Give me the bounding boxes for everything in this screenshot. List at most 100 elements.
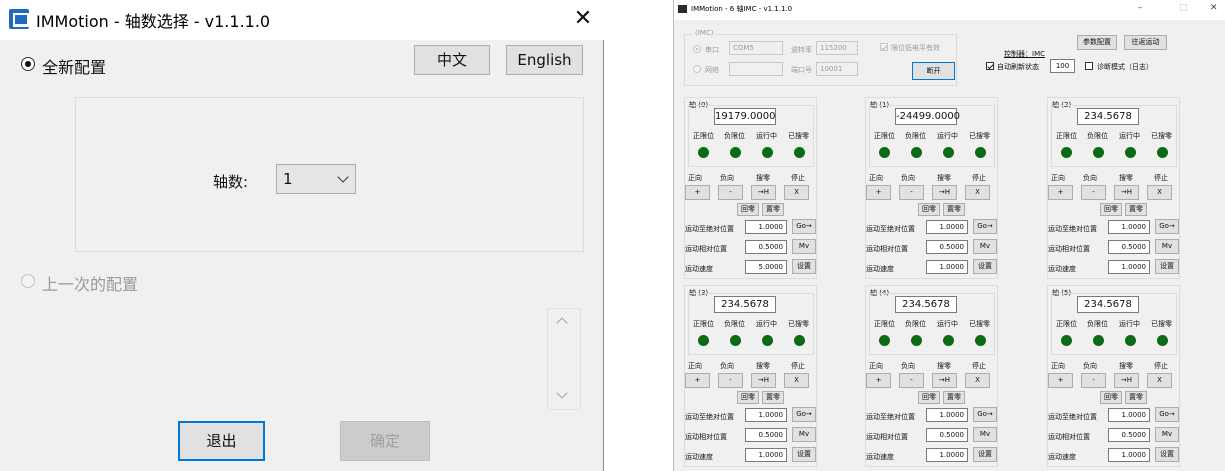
move-rel-input[interactable]: 0.5000 — [926, 428, 968, 442]
jog-backward-button[interactable]: - — [718, 373, 743, 388]
jog-backward-button[interactable]: - — [899, 373, 924, 388]
speed-input[interactable]: 1.0000 — [926, 448, 968, 462]
jog-forward-button[interactable]: + — [1048, 373, 1073, 388]
stop-button[interactable]: X — [784, 373, 809, 388]
set-speed-button[interactable]: 设置 — [973, 447, 997, 462]
jog-forward-button[interactable]: + — [685, 185, 710, 200]
set-zero-button[interactable]: 置零 — [762, 203, 784, 216]
stop-button[interactable]: X — [965, 373, 990, 388]
set-speed-button[interactable]: 设置 — [973, 259, 997, 274]
move-rel-input[interactable]: 0.5000 — [745, 240, 787, 254]
move-rel-button[interactable]: Mv — [973, 239, 997, 254]
param-config-button[interactable]: 参数配置 — [1077, 35, 1117, 50]
baud-select[interactable]: 115200 — [816, 41, 858, 55]
jog-backward-button[interactable]: - — [718, 185, 743, 200]
port-input[interactable]: 10001 — [816, 62, 858, 76]
close-button[interactable]: ✕ — [1210, 3, 1218, 13]
move-rel-button[interactable]: Mv — [792, 239, 816, 254]
close-button[interactable]: ✕ — [569, 6, 597, 34]
go-abs-button[interactable]: Go→ — [792, 407, 816, 422]
set-zero-button[interactable]: 置零 — [762, 391, 784, 404]
set-speed-button[interactable]: 设置 — [1155, 259, 1179, 274]
speed-input[interactable]: 1.0000 — [745, 448, 787, 462]
search-home-button[interactable]: →H — [751, 373, 776, 388]
move-abs-input[interactable]: 1.0000 — [1108, 220, 1150, 234]
move-abs-input[interactable]: 1.0000 — [745, 408, 787, 422]
move-rel-input[interactable]: 0.5000 — [1108, 240, 1150, 254]
jog-forward-button[interactable]: + — [866, 373, 891, 388]
set-speed-button[interactable]: 设置 — [792, 259, 816, 274]
return-zero-button[interactable]: 回零 — [737, 203, 759, 216]
return-zero-button[interactable]: 回零 — [918, 391, 940, 404]
stop-button[interactable]: X — [965, 185, 990, 200]
move-rel-input[interactable]: 0.5000 — [1108, 428, 1150, 442]
stop-button[interactable]: X — [1147, 373, 1172, 388]
previous-config-radio[interactable] — [21, 274, 35, 288]
set-speed-button[interactable]: 设置 — [1155, 447, 1179, 462]
refresh-interval-input[interactable]: 100 — [1050, 59, 1075, 73]
set-zero-button[interactable]: 置零 — [1125, 391, 1147, 404]
go-abs-button[interactable]: Go→ — [1155, 407, 1179, 422]
return-zero-button[interactable]: 回零 — [737, 391, 759, 404]
scroll-up-icon[interactable] — [556, 317, 568, 329]
limit-low-checkbox[interactable] — [880, 43, 888, 51]
new-config-radio[interactable] — [21, 57, 35, 71]
stop-button[interactable]: X — [784, 185, 809, 200]
scroll-down-icon[interactable] — [556, 387, 568, 399]
move-abs-input[interactable]: 1.0000 — [1108, 408, 1150, 422]
jog-backward-button[interactable]: - — [899, 185, 924, 200]
move-abs-input[interactable]: 1.0000 — [926, 220, 968, 234]
search-home-button[interactable]: →H — [1114, 185, 1139, 200]
neg-limit-led — [1093, 147, 1104, 158]
go-abs-button[interactable]: Go→ — [1155, 219, 1179, 234]
chinese-button[interactable]: 中文 — [414, 45, 490, 75]
jog-backward-button[interactable]: - — [1081, 185, 1106, 200]
minimize-button[interactable]: – — [1138, 3, 1143, 13]
serial-port-select[interactable]: COM5 — [729, 41, 783, 55]
confirm-button[interactable]: 确定 — [340, 421, 430, 461]
axis-count-select[interactable]: 1 — [276, 164, 356, 194]
return-zero-button[interactable]: 回零 — [1100, 203, 1122, 216]
diag-mode-checkbox[interactable] — [1085, 62, 1093, 70]
return-zero-button[interactable]: 回零 — [918, 203, 940, 216]
move-rel-input[interactable]: 0.5000 — [745, 428, 787, 442]
jog-forward-button[interactable]: + — [685, 373, 710, 388]
stop-button[interactable]: X — [1147, 185, 1172, 200]
network-radio[interactable] — [693, 65, 701, 73]
speed-input[interactable]: 1.0000 — [1108, 260, 1150, 274]
maximize-button[interactable]: □ — [1179, 3, 1188, 13]
move-rel-button[interactable]: Mv — [1155, 239, 1179, 254]
set-zero-button[interactable]: 置零 — [943, 203, 965, 216]
set-speed-button[interactable]: 设置 — [792, 447, 816, 462]
jog-forward-button[interactable]: + — [1048, 185, 1073, 200]
go-abs-button[interactable]: Go→ — [973, 219, 997, 234]
go-abs-button[interactable]: Go→ — [973, 407, 997, 422]
move-rel-input[interactable]: 0.5000 — [926, 240, 968, 254]
move-abs-input[interactable]: 1.0000 — [926, 408, 968, 422]
speed-input[interactable]: 1.0000 — [926, 260, 968, 274]
scrollbar[interactable] — [547, 308, 581, 410]
go-abs-button[interactable]: Go→ — [792, 219, 816, 234]
speed-input[interactable]: 5.0000 — [745, 260, 787, 274]
search-home-button[interactable]: →H — [751, 185, 776, 200]
move-abs-input[interactable]: 1.0000 — [745, 220, 787, 234]
move-rel-button[interactable]: Mv — [792, 427, 816, 442]
set-zero-button[interactable]: 置零 — [1125, 203, 1147, 216]
return-zero-button[interactable]: 回零 — [1100, 391, 1122, 404]
jog-backward-button[interactable]: - — [1081, 373, 1106, 388]
move-rel-button[interactable]: Mv — [1155, 427, 1179, 442]
serial-radio[interactable] — [693, 45, 701, 53]
jog-forward-button[interactable]: + — [866, 185, 891, 200]
search-home-button[interactable]: →H — [932, 185, 957, 200]
search-home-button[interactable]: →H — [932, 373, 957, 388]
english-button[interactable]: English — [506, 45, 583, 75]
set-zero-button[interactable]: 置零 — [943, 391, 965, 404]
auto-refresh-checkbox[interactable] — [986, 62, 994, 70]
exit-button[interactable]: 退出 — [178, 421, 265, 461]
speed-input[interactable]: 1.0000 — [1108, 448, 1150, 462]
reciprocate-button[interactable]: 往返运动 — [1124, 35, 1167, 50]
move-rel-button[interactable]: Mv — [973, 427, 997, 442]
disconnect-button[interactable]: 断开 — [912, 62, 955, 80]
ip-address-input[interactable] — [729, 62, 783, 76]
search-home-button[interactable]: →H — [1114, 373, 1139, 388]
